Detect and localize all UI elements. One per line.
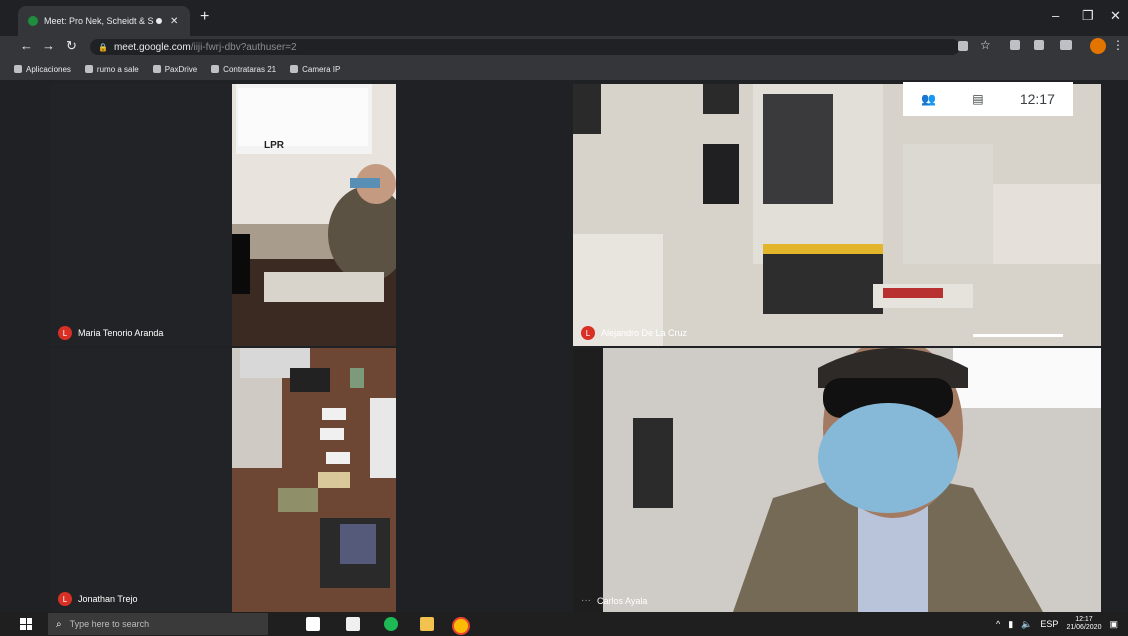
windows-start-icon[interactable] xyxy=(20,618,32,630)
more-options-icon[interactable]: ··· xyxy=(581,595,591,606)
video-frame xyxy=(232,84,396,346)
new-tab-button[interactable]: + xyxy=(200,8,209,26)
extension-icon[interactable] xyxy=(1010,40,1020,50)
participant-tile[interactable]: L Alejandro De La Cruz xyxy=(573,84,1101,346)
task-view-icon[interactable] xyxy=(306,617,320,631)
camera-indicator-icon[interactable] xyxy=(958,41,968,51)
lpr-banner-text: LPR xyxy=(264,140,284,151)
notification-icon[interactable]: ▣ xyxy=(1109,619,1118,630)
maximize-icon[interactable]: ❐ xyxy=(1082,8,1094,24)
participant-tile[interactable]: LPR L Maria Tenorio Aranda xyxy=(50,84,396,346)
forward-icon[interactable]: → xyxy=(42,38,55,53)
participant-name: Jonathan Trejo xyxy=(78,594,138,604)
extension-icon[interactable] xyxy=(1034,40,1044,50)
participants-icon[interactable]: 👥 xyxy=(921,92,936,106)
participant-avatar: L xyxy=(58,326,72,340)
volume-icon[interactable]: 🔈 xyxy=(1021,619,1032,630)
bookmark-item[interactable]: Aplicaciones xyxy=(14,65,71,74)
menu-icon[interactable]: ⋮ xyxy=(1112,38,1124,52)
p-icon xyxy=(152,65,161,73)
participant-tile[interactable]: L Jonathan Trejo xyxy=(50,348,396,612)
participant-tile[interactable]: ··· Carlos Ayala xyxy=(573,348,1101,612)
chrome-icon[interactable] xyxy=(452,617,470,635)
file-icon[interactable] xyxy=(346,617,360,631)
bookmark-item[interactable]: rumo a sale xyxy=(84,64,139,74)
meet-stage: LPR L Maria Tenorio Aranda L Alejandro D… xyxy=(0,80,1128,612)
chat-icon[interactable]: ▤ xyxy=(972,92,983,106)
bookmark-item[interactable]: Contrataras 21 xyxy=(211,65,276,74)
video-frame xyxy=(232,348,396,612)
meeting-clock: 12:17 xyxy=(1019,91,1055,107)
back-icon[interactable]: ← xyxy=(20,38,33,53)
participant-name: Alejandro De La Cruz xyxy=(601,328,688,338)
bookmark-item[interactable]: PaxDrive xyxy=(152,64,198,74)
windows-taskbar: ⌕ Type here to search ^ ▮ 🔈 ESP 12:17 21/… xyxy=(0,612,1128,636)
url-path: /iiji-fwrj-dbv?authuser=2 xyxy=(190,41,297,53)
spotify-icon[interactable] xyxy=(384,617,398,631)
bookmark-star-icon[interactable]: ☆ xyxy=(980,38,991,52)
participant-label: ··· Carlos Ayala xyxy=(581,595,647,606)
bookmark-item[interactable]: Camera IP xyxy=(290,65,340,74)
bookmark-label: rumo a sale xyxy=(96,64,139,74)
bookmark-label: Aplicaciones xyxy=(26,64,71,74)
video-frame xyxy=(573,84,1101,346)
globe-icon xyxy=(290,65,299,73)
participant-label: L Jonathan Trejo xyxy=(58,592,138,606)
url-host: meet.google.com xyxy=(113,41,191,53)
address-bar[interactable]: 🔒 meet.google.com /iiji-fwrj-dbv?authuse… xyxy=(90,39,960,55)
apps-icon xyxy=(14,65,22,73)
tray-date: 21/06/2020 xyxy=(1066,624,1102,631)
tab-title: Meet: Pro Nek, Scheidt & S... xyxy=(44,16,154,26)
lock-icon: 🔒 xyxy=(98,42,108,52)
reload-icon[interactable]: ↻ xyxy=(66,38,77,54)
participant-label: L Alejandro De La Cruz xyxy=(581,326,687,340)
participant-label: L Maria Tenorio Aranda xyxy=(58,326,163,340)
profile-avatar[interactable] xyxy=(1090,38,1106,54)
close-window-icon[interactable]: ✕ xyxy=(1110,8,1121,24)
folder-icon xyxy=(84,65,93,73)
taskbar-search[interactable]: ⌕ Type here to search xyxy=(48,613,268,635)
recording-indicator-icon xyxy=(156,18,162,24)
video-frame xyxy=(573,348,1101,612)
tray-clock[interactable]: 12:17 21/06/2020 xyxy=(1066,616,1101,632)
search-placeholder: Type here to search xyxy=(69,619,150,629)
input-language[interactable]: ESP xyxy=(1040,619,1058,629)
file-explorer-icon[interactable] xyxy=(420,617,434,631)
participant-name: Maria Tenorio Aranda xyxy=(78,328,164,338)
close-tab-icon[interactable]: ✕ xyxy=(170,16,178,27)
participant-name: Carlos Ayala xyxy=(597,595,648,606)
bookmarks-bar: Aplicaciones rumo a sale PaxDrive Contra… xyxy=(0,58,1128,80)
participant-avatar: L xyxy=(58,592,72,606)
tray-time: 12:17 xyxy=(1075,616,1093,623)
meet-top-controls: 👥 ▤ 12:17 xyxy=(903,82,1073,116)
browser-toolbar: ← → ↻ 🔒 meet.google.com /iiji-fwrj-dbv?a… xyxy=(0,36,1128,58)
bookmark-label: Camera IP xyxy=(302,64,341,74)
minimize-icon[interactable]: – xyxy=(1052,8,1059,23)
system-tray: ^ ▮ 🔈 ESP 12:17 21/06/2020 ▣ xyxy=(996,612,1118,636)
extension-icon[interactable] xyxy=(1060,40,1072,50)
network-icon[interactable]: ▮ xyxy=(1008,619,1013,630)
bookmark-label: Contrataras 21 xyxy=(223,64,277,74)
meet-favicon-icon xyxy=(28,16,38,26)
search-icon: ⌕ xyxy=(56,618,62,630)
participant-avatar: L xyxy=(581,326,595,340)
bookmark-label: PaxDrive xyxy=(164,64,198,74)
chevron-up-icon[interactable]: ^ xyxy=(996,619,1000,629)
browser-tab-strip: Meet: Pro Nek, Scheidt & S... ✕ + – ❐ ✕ xyxy=(0,0,1128,36)
globe-icon xyxy=(211,65,220,73)
browser-tab[interactable]: Meet: Pro Nek, Scheidt & S... ✕ xyxy=(18,6,190,36)
